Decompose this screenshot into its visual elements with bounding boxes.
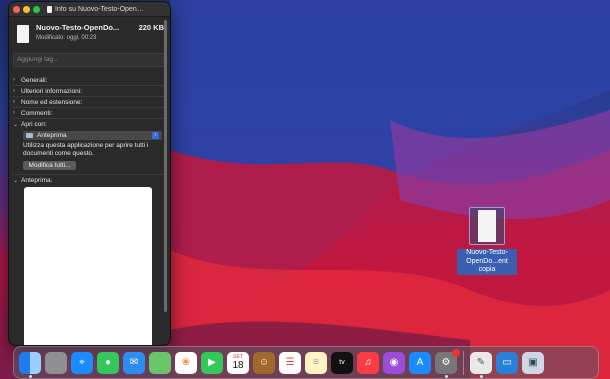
launchpad-icon[interactable]: [45, 351, 67, 374]
preview-icon[interactable]: ▣: [522, 351, 544, 374]
scrollbar[interactable]: [164, 20, 167, 312]
file-thumbnail: [469, 207, 505, 245]
notification-badge: [452, 348, 460, 357]
file-size: 220 KB: [138, 23, 164, 32]
window-title: Info su Nuovo-Testo-Open…: [55, 5, 144, 13]
tags-input[interactable]: Aggiungi tag...: [13, 53, 166, 67]
open-with-select[interactable]: Anteprima ↕: [23, 131, 162, 140]
file-icon: [17, 25, 29, 43]
modified-date: Modificato: oggi, 00:23: [36, 35, 97, 41]
tv-icon[interactable]: tv: [331, 351, 353, 374]
chevron-right-icon: ›: [13, 88, 15, 94]
title-bar[interactable]: Info su Nuovo-Testo-Open…: [9, 2, 170, 17]
app-store-icon[interactable]: A: [409, 351, 431, 374]
system-preferences-icon[interactable]: ⚙: [435, 348, 460, 378]
chevron-down-icon: ⌄: [13, 121, 19, 128]
desktop-file-icon[interactable]: Nuovo-Testo- OpenDo...ent copia: [457, 207, 517, 276]
section-general[interactable]: › Generali:: [13, 75, 166, 86]
finder-icon[interactable]: [19, 351, 41, 378]
mail-icon[interactable]: ✉: [123, 351, 145, 374]
section-more-info[interactable]: › Ulteriori informazioni:: [13, 86, 166, 97]
section-name-extension[interactable]: › Nome ed estensione:: [13, 97, 166, 108]
preview-thumbnail: [24, 187, 152, 345]
calendar-day: 18: [232, 360, 244, 371]
chevron-right-icon: ›: [13, 110, 15, 116]
change-all-button[interactable]: Modifica tutti...: [23, 161, 76, 170]
chevron-right-icon: ›: [13, 77, 15, 83]
section-comments[interactable]: › Commenti:: [13, 108, 166, 119]
chevron-down-icon: ⌄: [13, 177, 19, 184]
section-general-label: Generali:: [21, 76, 48, 84]
tv-label: tv: [339, 359, 345, 366]
document-icon: [47, 5, 52, 13]
preview-app-icon: [26, 133, 33, 138]
notes-icon[interactable]: ≡: [305, 351, 327, 374]
safari-icon[interactable]: ⌖: [71, 351, 93, 374]
desktop-file-label: Nuovo-Testo- OpenDo...ent copia: [457, 249, 517, 275]
chevron-right-icon: ›: [13, 99, 15, 105]
info-window: Info su Nuovo-Testo-Open… Nuovo-Testo-Op…: [9, 2, 170, 345]
music-icon[interactable]: ♫: [357, 351, 379, 374]
section-more-info-label: Ulteriori informazioni:: [21, 87, 83, 95]
section-name-extension-label: Nome ed estensione:: [21, 98, 83, 106]
open-with-description: Utilizza questa applicazione per aprire …: [23, 142, 149, 157]
open-with-value: Anteprima: [37, 132, 67, 139]
keynote-icon[interactable]: ▭: [496, 351, 518, 374]
zoom-button[interactable]: [33, 5, 40, 13]
section-preview-label: Anteprima:: [21, 176, 53, 184]
reminders-icon[interactable]: ☰: [279, 351, 301, 374]
dock-divider: [463, 350, 464, 375]
section-comments-label: Commenti:: [21, 109, 53, 117]
facetime-icon[interactable]: ▶: [201, 351, 223, 374]
file-name: Nuovo-Testo-OpenDo...: [36, 23, 120, 32]
close-button[interactable]: [13, 5, 20, 13]
minimize-button[interactable]: [23, 5, 30, 13]
section-preview[interactable]: ⌄ Anteprima:: [13, 174, 166, 185]
desktop-file-label-line1: Nuovo-Testo-: [466, 249, 508, 256]
contacts-icon[interactable]: ☺: [253, 351, 275, 374]
photos-icon[interactable]: ❀: [175, 351, 197, 374]
desktop-file-label-line2: OpenDo...ent copia: [466, 257, 508, 274]
calendar-icon[interactable]: SET 18: [227, 351, 249, 374]
dock: ⌖ ● ✉ ❀ ▶ SET 18 ☺ ☰ ≡ tv ♫ ◉ A ⚙ ✎ ▭ ▣: [13, 346, 599, 379]
section-open-with-label: Apri con:: [21, 120, 47, 128]
podcasts-icon[interactable]: ◉: [383, 351, 405, 374]
chevron-updown-icon: ↕: [152, 132, 159, 139]
maps-icon[interactable]: [149, 351, 171, 374]
section-open-with[interactable]: ⌄ Apri con:: [13, 119, 166, 129]
file-header: Nuovo-Testo-OpenDo... 220 KB Modificato:…: [9, 17, 170, 51]
textedit-icon[interactable]: ✎: [470, 351, 492, 378]
messages-icon[interactable]: ●: [97, 351, 119, 374]
